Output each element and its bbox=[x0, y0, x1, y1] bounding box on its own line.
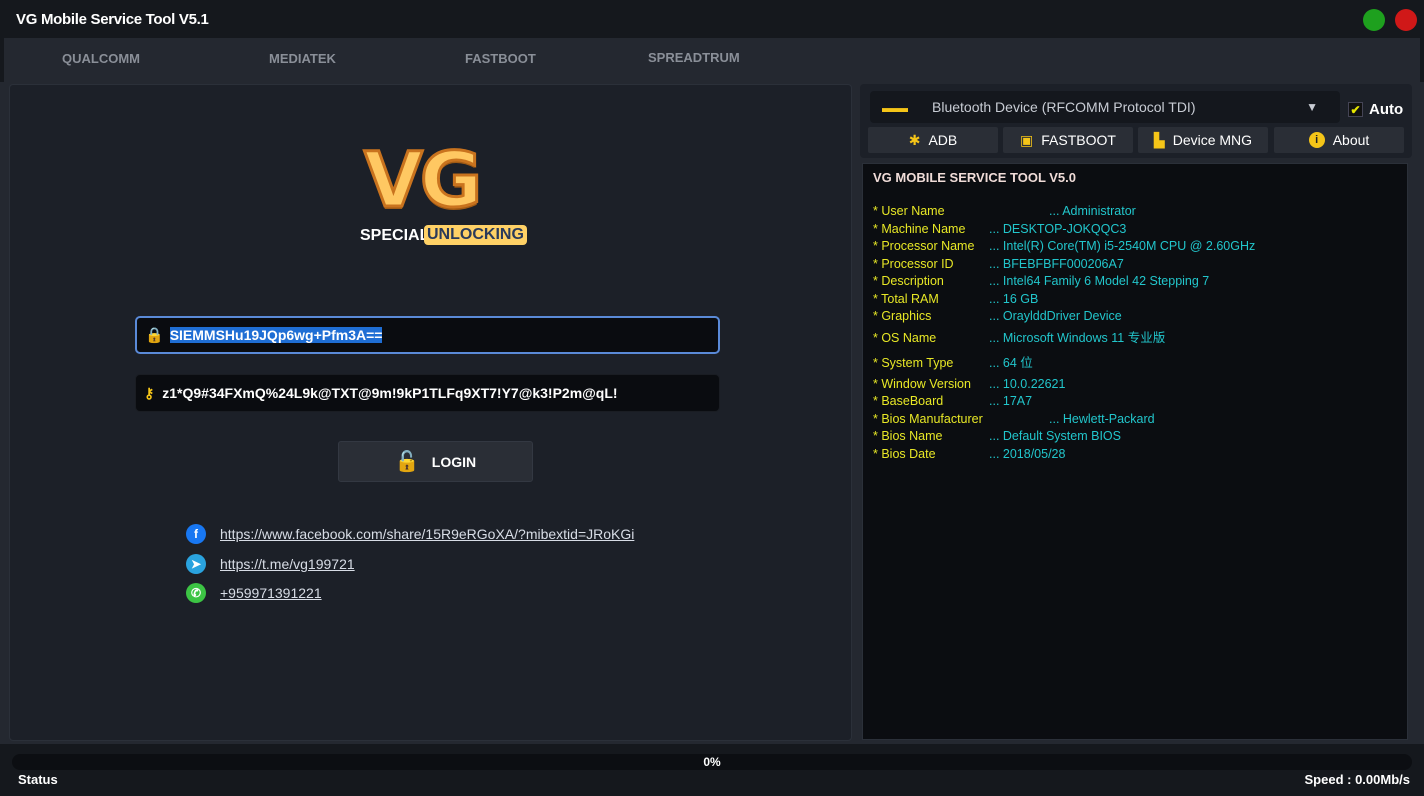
about-label: About bbox=[1332, 132, 1370, 148]
close-button[interactable] bbox=[1395, 9, 1417, 31]
device-mng-button[interactable]: ▙ Device MNG bbox=[1138, 127, 1268, 153]
device-select[interactable]: ▬▬ Bluetooth Device (RFCOMM Protocol TDI… bbox=[870, 91, 1340, 123]
device-mng-label: Device MNG bbox=[1172, 132, 1253, 148]
info-row: * Processor ID ... BFEBFBFF000206A7 bbox=[873, 256, 1397, 274]
key-value: z1*Q9#34FXmQ%24L9k@TXT@9m!9kP1TLFq9XT7!Y… bbox=[162, 385, 618, 401]
info-row: * Bios Manufacturer ... Hewlett-Packard bbox=[873, 411, 1397, 429]
key-icon: ⚷ bbox=[144, 384, 155, 401]
device-manager-icon: ▙ bbox=[1153, 131, 1165, 148]
info-icon: i bbox=[1308, 132, 1325, 148]
info-value: ... 2018/05/28 bbox=[989, 446, 1066, 461]
telegram-icon: ➤ bbox=[186, 554, 206, 574]
progress-bar: 0% bbox=[12, 754, 1412, 770]
info-value: ... 17A7 bbox=[989, 394, 1033, 408]
telegram-link-row: ➤ https://t.me/vg199721 bbox=[186, 554, 355, 574]
info-key: * System Type bbox=[873, 355, 954, 370]
info-title: VG MOBILE SERVICE TOOL V5.0 bbox=[873, 170, 1076, 185]
info-key: * User Name bbox=[873, 204, 945, 218]
info-row: * OS Name ... Microsoft Windows 11 专业版 bbox=[873, 326, 1397, 351]
chevron-down-icon: ▼ bbox=[1306, 100, 1318, 114]
password-value: SIEMMSHu19JQp6wg+Pfm3A== bbox=[169, 327, 383, 343]
lock-icon: 🔒 bbox=[145, 327, 164, 344]
info-value: ... Hewlett-Packard bbox=[1049, 411, 1155, 426]
info-key: * Processor Name bbox=[873, 239, 975, 253]
status-text: Status bbox=[18, 772, 58, 787]
tab-qualcomm[interactable]: QUALCOMM bbox=[62, 51, 140, 66]
info-key: * Machine Name bbox=[873, 221, 966, 236]
info-value: ... Intel(R) Core(TM) i5-2540M CPU @ 2.6… bbox=[989, 239, 1256, 253]
vg-logo: VG SPECIAL UNLOCKING bbox=[356, 134, 527, 250]
info-row: * System Type ... 64 位 bbox=[873, 351, 1397, 376]
whatsapp-link[interactable]: +959971391221 bbox=[220, 585, 322, 601]
info-value: ... Administrator bbox=[1049, 204, 1136, 218]
info-key: * Processor ID bbox=[873, 256, 954, 271]
tab-fastboot[interactable]: FASTBOOT bbox=[465, 51, 536, 66]
info-key: * Bios Date bbox=[873, 446, 936, 461]
facebook-link-row: f https://www.facebook.com/share/15R9eRG… bbox=[186, 524, 634, 544]
info-row: * Window Version ... 10.0.22621 bbox=[873, 376, 1397, 394]
auto-checkbox[interactable]: ✔ Auto bbox=[1348, 101, 1403, 118]
password-field[interactable]: 🔒 SIEMMSHu19JQp6wg+Pfm3A== bbox=[135, 316, 720, 354]
info-key: * Total RAM bbox=[873, 291, 939, 306]
window-title: VG Mobile Service Tool V5.1 bbox=[16, 11, 209, 28]
info-key: * BaseBoard bbox=[873, 394, 944, 408]
minimize-button[interactable] bbox=[1363, 9, 1385, 31]
facebook-icon: f bbox=[186, 524, 206, 544]
whatsapp-link-row: ✆ +959971391221 bbox=[186, 583, 322, 603]
adb-label: ADB bbox=[928, 132, 958, 148]
info-row: * Description ... Intel64 Family 6 Model … bbox=[873, 273, 1397, 291]
info-row: * Graphics ... OraylddDriver Device bbox=[873, 308, 1397, 326]
title-bar: VG Mobile Service Tool V5.1 bbox=[0, 0, 1424, 38]
info-row: * BaseBoard ... 17A7 bbox=[873, 393, 1397, 411]
info-value: ... DESKTOP-JOKQQC3 bbox=[989, 221, 1127, 236]
fastboot-button[interactable]: ▣ FASTBOOT bbox=[1003, 127, 1133, 153]
info-row: * Machine Name ... DESKTOP-JOKQQC3 bbox=[873, 221, 1397, 239]
info-value: ... Default System BIOS bbox=[989, 429, 1121, 443]
logo-unlocking: UNLOCKING bbox=[424, 225, 527, 245]
key-field[interactable]: ⚷ z1*Q9#34FXmQ%24L9k@TXT@9m!9kP1TLFq9XT7… bbox=[135, 374, 720, 412]
port-icon: ▬▬ bbox=[882, 99, 908, 115]
auto-label: Auto bbox=[1369, 101, 1404, 118]
info-key: * Graphics bbox=[873, 309, 932, 323]
tab-spreadtrum[interactable]: SPREADTRUM bbox=[648, 50, 740, 65]
info-value: ... OraylddDriver Device bbox=[989, 309, 1122, 323]
info-key: * OS Name bbox=[873, 330, 937, 345]
progress-text: 0% bbox=[703, 755, 721, 769]
info-key: * Window Version bbox=[873, 376, 971, 391]
adb-button[interactable]: ✱ ADB bbox=[868, 127, 998, 153]
fastboot-label: FASTBOOT bbox=[1041, 132, 1116, 148]
info-value: ... Intel64 Family 6 Model 42 Stepping 7 bbox=[989, 274, 1210, 288]
system-info-console: VG MOBILE SERVICE TOOL V5.0 * User Name.… bbox=[862, 163, 1408, 740]
fastboot-icon: ▣ bbox=[1020, 131, 1034, 148]
bug-icon: ✱ bbox=[908, 131, 921, 148]
info-row: * Processor Name ... Intel(R) Core(TM) i5… bbox=[873, 238, 1397, 256]
tab-mediatek[interactable]: MEDIATEK bbox=[269, 51, 336, 66]
info-row: * Bios Date ... 2018/05/28 bbox=[873, 446, 1397, 464]
login-button[interactable]: 🔓 LOGIN bbox=[338, 441, 533, 482]
info-row: * Bios Name ... Default System BIOS bbox=[873, 428, 1397, 446]
whatsapp-icon: ✆ bbox=[186, 583, 206, 603]
info-key: * Description bbox=[873, 274, 944, 288]
about-button[interactable]: i About bbox=[1274, 127, 1404, 153]
logo-vg: VG bbox=[362, 134, 483, 226]
info-key: * Bios Manufacturer bbox=[873, 411, 983, 426]
info-value: ... 10.0.22621 bbox=[989, 376, 1066, 391]
info-value: ... Microsoft Windows 11 专业版 bbox=[989, 330, 1166, 345]
device-selected: Bluetooth Device (RFCOMM Protocol TDI) bbox=[932, 99, 1196, 115]
info-key: * Bios Name bbox=[873, 429, 943, 443]
info-row: * Total RAM ... 16 GB bbox=[873, 291, 1397, 309]
tab-bar: QUALCOMM MEDIATEK FASTBOOT SPREADTRUM bbox=[4, 38, 1420, 82]
facebook-link[interactable]: https://www.facebook.com/share/15R9eRGoX… bbox=[220, 526, 634, 542]
telegram-link[interactable]: https://t.me/vg199721 bbox=[220, 556, 355, 572]
info-row: * User Name ... Administrator bbox=[873, 203, 1397, 221]
info-value: ... 64 位 bbox=[989, 355, 1033, 370]
login-label: LOGIN bbox=[431, 453, 477, 470]
check-icon: ✔ bbox=[1348, 102, 1363, 117]
logo-special: SPECIAL bbox=[360, 227, 430, 244]
info-value: ... 16 GB bbox=[989, 291, 1039, 306]
unlock-icon: 🔓 bbox=[394, 451, 420, 473]
speed-text: Speed : 0.00Mb/s bbox=[1304, 772, 1410, 787]
info-value: ... BFEBFBFF000206A7 bbox=[989, 256, 1124, 271]
